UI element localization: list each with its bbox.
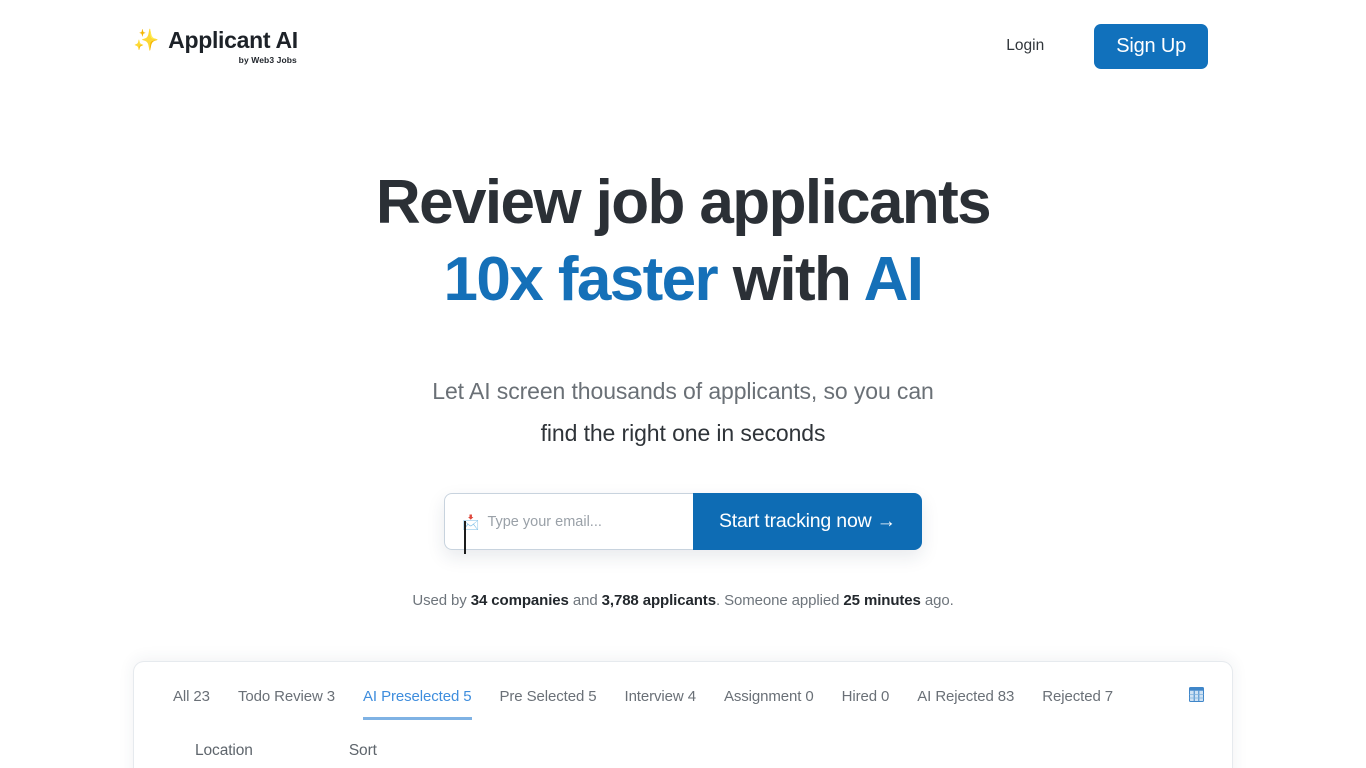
subtitle-line-2: find the right one in seconds: [540, 419, 826, 446]
filter-location[interactable]: Location: [195, 742, 253, 760]
social-proof-prefix: Used by: [412, 592, 471, 610]
start-tracking-button[interactable]: Start tracking now →: [693, 493, 922, 551]
last-applied-time: 25 minutes: [843, 592, 921, 610]
login-link[interactable]: Login: [1006, 37, 1044, 55]
tab-rejected[interactable]: Rejected 7: [1042, 688, 1113, 720]
tab-ai-rejected[interactable]: AI Rejected 83: [917, 688, 1014, 720]
tab-ai-preselected[interactable]: AI Preselected 5: [363, 688, 472, 720]
brand-logo[interactable]: ✨ Applicant AI by Web3 Jobs: [133, 27, 298, 65]
brand-subtitle: by Web3 Jobs: [238, 55, 297, 65]
headline-accent-ai: AI: [863, 244, 924, 314]
dashboard-filters-row: Location Sort: [134, 720, 1232, 760]
email-signup-form: 📩 Start tracking now →: [444, 493, 922, 555]
brand-name: Applicant AI: [168, 27, 298, 53]
social-proof-sentence2: . Someone applied: [715, 592, 844, 610]
signup-form-wrapper: 📩 Start tracking now →: [0, 493, 1366, 555]
headline-accent-10x: 10x faster: [443, 244, 719, 314]
email-input[interactable]: [487, 513, 663, 530]
tab-pre-selected[interactable]: Pre Selected 5: [500, 688, 597, 720]
tab-all[interactable]: All 23: [173, 688, 210, 720]
tab-interview[interactable]: Interview 4: [625, 688, 697, 720]
text-caret: [464, 521, 466, 555]
filter-sort[interactable]: Sort: [349, 742, 377, 760]
hero-subtitle: Let AI screen thousands of applicants, s…: [0, 371, 1366, 455]
email-field-container[interactable]: 📩: [444, 493, 693, 555]
dashboard-preview-card: All 23 Todo Review 3 AI Preselected 5 Pr…: [133, 661, 1233, 768]
social-proof-middle: and: [568, 592, 602, 610]
header-actions: Login Sign Up: [1006, 23, 1208, 69]
social-proof-text: Used by 34 companies and 3,788 applicant…: [0, 592, 1366, 609]
headline-line1: Review job applicants: [375, 168, 992, 237]
headline-with: with: [717, 244, 864, 314]
subtitle-line-1: Let AI screen thousands of applicants, s…: [432, 377, 934, 404]
dashboard-tabbar: All 23 Todo Review 3 AI Preselected 5 Pr…: [134, 662, 1232, 720]
applicants-count: 3,788 applicants: [601, 592, 716, 610]
tab-todo-review[interactable]: Todo Review 3: [238, 688, 335, 720]
table-grid-icon[interactable]: [1189, 687, 1204, 702]
hero-section: Review job applicants 10x faster with AI…: [0, 92, 1366, 609]
social-proof-suffix: ago.: [920, 592, 954, 610]
site-header: ✨ Applicant AI by Web3 Jobs Login Sign U…: [0, 0, 1366, 92]
tab-assignment[interactable]: Assignment 0: [724, 688, 814, 720]
sparkles-icon: ✨: [133, 29, 160, 52]
page-title: Review job applicants 10x faster with AI: [0, 165, 1366, 319]
companies-count: 34 companies: [470, 592, 569, 610]
sign-up-button[interactable]: Sign Up: [1094, 23, 1208, 69]
brand-row: ✨ Applicant AI: [133, 27, 298, 54]
tab-hired[interactable]: Hired 0: [842, 688, 890, 720]
